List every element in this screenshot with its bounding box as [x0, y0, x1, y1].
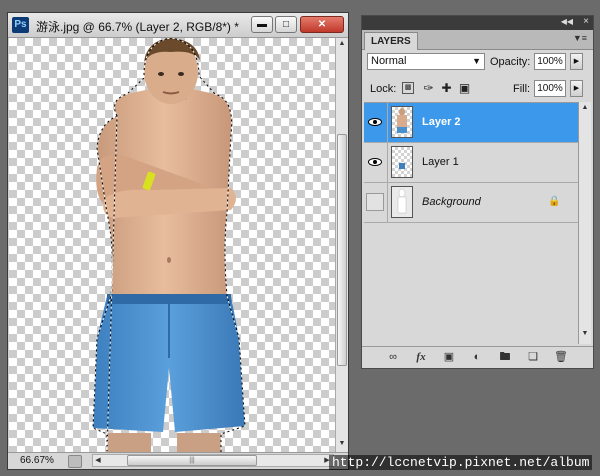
- lock-image-pixels-icon[interactable]: ✑: [422, 82, 435, 95]
- watermark-url: http://lccnetvip.pixnet.net/album: [329, 455, 593, 470]
- tab-layers[interactable]: LAYERS: [364, 32, 418, 50]
- panel-tab-strip: LAYERS ▼≡: [362, 30, 593, 50]
- layer-name: Layer 2: [422, 116, 461, 128]
- lock-transparent-pixels-icon[interactable]: ▩: [402, 82, 414, 94]
- status-bar: 66.67% ◀ ||| ▶: [8, 452, 348, 469]
- opacity-slider-arrow-icon[interactable]: ▶: [570, 53, 583, 70]
- lock-icon: 🔒: [548, 196, 561, 207]
- layer-row-layer-2[interactable]: Layer 2: [364, 103, 578, 143]
- blend-mode-value: Normal: [371, 55, 407, 67]
- fill-input[interactable]: 100%: [534, 80, 566, 97]
- layer-image-man: [92, 38, 246, 452]
- adjustment-layer-icon[interactable]: ◐: [468, 350, 486, 365]
- link-layers-icon[interactable]: ∞: [384, 350, 402, 365]
- fx-icon[interactable]: fx: [412, 350, 430, 365]
- scroll-down-icon[interactable]: ▼: [336, 438, 348, 450]
- layers-scrollbar[interactable]: ▲ ▼: [578, 102, 591, 344]
- group-folder-icon[interactable]: 🖿: [496, 350, 514, 365]
- fill-label: Fill:: [513, 83, 531, 95]
- lock-all-icon[interactable]: ▣: [458, 82, 471, 95]
- delete-layer-icon[interactable]: 🗑: [552, 350, 570, 365]
- close-button[interactable]: ✕: [300, 16, 344, 33]
- maximize-icon: □: [282, 19, 290, 30]
- lock-row: Lock: ▩ ✑ ✚ ▣ Fill: 100% ▶: [362, 78, 593, 100]
- panel-close-icon[interactable]: ×: [583, 16, 589, 27]
- minimize-button[interactable]: ▬: [251, 16, 273, 33]
- fill-slider-arrow-icon[interactable]: ▶: [570, 80, 583, 97]
- close-icon: ✕: [317, 19, 327, 30]
- layers-list: Layer 2 Layer 1 Background 🔒: [364, 102, 578, 345]
- photoshop-app-icon: Ps: [12, 17, 29, 33]
- maximize-button[interactable]: □: [275, 16, 297, 33]
- layer-thumbnail: [391, 186, 413, 218]
- lock-label: Lock:: [370, 83, 397, 95]
- zoom-level-field[interactable]: 66.67%: [10, 454, 72, 467]
- new-layer-icon[interactable]: ❏: [524, 350, 542, 365]
- scroll-left-icon[interactable]: ◀: [93, 455, 103, 466]
- document-window: Ps 游泳.jpg @ 66.7% (Layer 2, RGB/8*) * ▬ …: [7, 12, 349, 470]
- layers-panel-footer: ∞ fx ▣ ◐ 🖿 ❏ 🗑: [362, 346, 593, 369]
- layers-panel: ◀◀ × LAYERS ▼≡ Normal ▼ Opacity: 100% ▶ …: [361, 15, 594, 369]
- blend-row: Normal ▼ Opacity: 100% ▶: [362, 51, 593, 73]
- document-title: 游泳.jpg @ 66.7% (Layer 2, RGB/8*) *: [36, 20, 239, 34]
- panel-header-bar[interactable]: ◀◀ ×: [362, 16, 593, 30]
- scroll-up-icon[interactable]: ▲: [579, 104, 591, 111]
- document-canvas[interactable]: [9, 38, 335, 452]
- visibility-toggle[interactable]: [366, 113, 384, 131]
- scroll-up-icon[interactable]: ▲: [336, 38, 348, 50]
- horizontal-scrollbar[interactable]: ◀ ||| ▶: [92, 454, 334, 467]
- horizontal-scroll-thumb[interactable]: |||: [127, 455, 257, 466]
- lock-position-icon[interactable]: ✚: [440, 82, 453, 95]
- document-info-icon[interactable]: [68, 455, 82, 468]
- layer-thumbnail: [391, 106, 413, 138]
- layer-name: Layer 1: [422, 156, 459, 168]
- collapse-panel-icon[interactable]: ◀◀: [561, 17, 573, 26]
- opacity-input[interactable]: 100%: [534, 53, 566, 70]
- blend-mode-select[interactable]: Normal ▼: [367, 53, 485, 70]
- vertical-scrollbar[interactable]: ▲ ▼: [335, 38, 348, 452]
- layer-row-layer-1[interactable]: Layer 1: [364, 143, 578, 183]
- visibility-toggle[interactable]: [366, 193, 384, 211]
- panel-menu-icon[interactable]: ▼≡: [573, 33, 587, 43]
- layer-row-background[interactable]: Background 🔒: [364, 183, 578, 223]
- layer-name: Background: [422, 196, 481, 208]
- chevron-down-icon: ▼: [472, 56, 481, 66]
- minimize-icon: ▬: [257, 19, 267, 30]
- scroll-down-icon[interactable]: ▼: [579, 330, 591, 337]
- layer-mask-icon[interactable]: ▣: [440, 350, 458, 365]
- opacity-label: Opacity:: [490, 56, 531, 68]
- vertical-scroll-thumb[interactable]: [337, 134, 347, 366]
- visibility-toggle[interactable]: [366, 153, 384, 171]
- layer-thumbnail: [391, 146, 413, 178]
- document-title-bar[interactable]: Ps 游泳.jpg @ 66.7% (Layer 2, RGB/8*) * ▬ …: [8, 13, 348, 38]
